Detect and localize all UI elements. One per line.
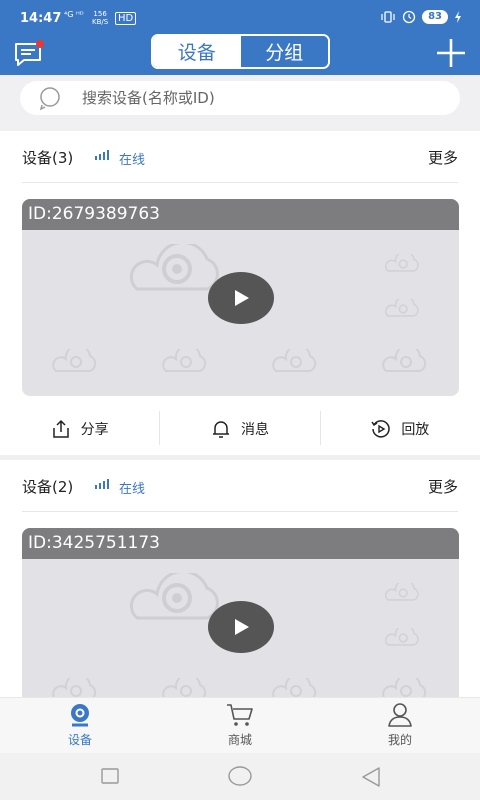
watermark-logo: [384, 299, 419, 317]
playback-icon: [371, 420, 391, 438]
recent-apps-icon[interactable]: [100, 767, 120, 785]
cart-icon: [227, 704, 253, 726]
search-input[interactable]: [82, 89, 422, 107]
nav-devices[interactable]: 设备: [0, 698, 160, 753]
view-switcher: 设备 分组: [151, 34, 330, 69]
nav-devices-label: 设备: [67, 733, 92, 747]
network-indicator: ⁴G ᴴᴰ: [64, 10, 84, 19]
video-preview[interactable]: ID:3425751173: [22, 528, 459, 700]
nav-mall[interactable]: 商城: [160, 698, 320, 753]
search-bar[interactable]: [20, 81, 460, 115]
tab-devices[interactable]: 设备: [153, 36, 241, 67]
watermark-logo: [384, 628, 419, 646]
play-button[interactable]: [208, 272, 274, 324]
device-card: 设备(3) 在线 更多 ID:2679389763 分享 消息 回放: [0, 131, 480, 455]
watermark-logo: [162, 349, 207, 372]
add-device-button[interactable]: [434, 36, 468, 70]
chat-notification-icon: [15, 40, 44, 66]
device-card-header: 设备(2) 在线 更多: [22, 460, 458, 512]
share-label: 分享: [80, 422, 109, 438]
status-time: 14:47: [20, 11, 62, 26]
bell-icon: [212, 421, 229, 438]
speed-unit: KB/S: [92, 18, 109, 26]
watermark-logo: [272, 349, 317, 372]
network-speed: 156 KB/S: [92, 10, 108, 26]
battery-level: 83: [422, 10, 448, 24]
playback-label: 回放: [401, 422, 430, 438]
charging-icon: [455, 11, 461, 23]
device-title: 设备(3): [22, 149, 74, 167]
play-icon: [235, 619, 249, 635]
top-app-bar: 14:47 ⁴G ᴴᴰ 156 KB/S HD 83 设备 分组: [0, 0, 480, 75]
user-icon: [388, 703, 412, 727]
back-icon[interactable]: [360, 766, 382, 788]
watermark-logo: [382, 349, 427, 372]
home-icon[interactable]: [228, 766, 252, 786]
watermark-logo: [384, 583, 419, 601]
status-right: 83: [380, 10, 462, 24]
search-icon: [39, 87, 60, 111]
play-icon: [235, 290, 249, 306]
signal-icon: [95, 479, 109, 489]
status-bar: 14:47 ⁴G ᴴᴰ 156 KB/S HD 83: [0, 0, 480, 38]
watermark-logo: [384, 254, 419, 272]
plus-icon: [437, 39, 465, 67]
alarm-icon: [402, 10, 416, 24]
device-card-header: 设备(3) 在线 更多: [22, 131, 458, 183]
device-actions: 分享 消息 回放: [0, 411, 480, 447]
speed-value: 156: [93, 10, 107, 18]
video-preview[interactable]: ID:2679389763: [22, 199, 459, 396]
nav-profile-label: 我的: [387, 733, 412, 747]
tab-groups[interactable]: 分组: [240, 36, 328, 67]
device-title: 设备(2): [22, 478, 74, 496]
playback-button[interactable]: 回放: [321, 411, 480, 447]
messages-label: 消息: [240, 422, 269, 438]
nav-mall-label: 商城: [227, 733, 252, 747]
device-card: 设备(2) 在线 更多 ID:3425751173: [0, 460, 480, 700]
device-id-label: ID:2679389763: [22, 199, 459, 230]
bottom-navigation: 设备 商城 我的: [0, 697, 480, 753]
messages-button[interactable]: [13, 40, 45, 68]
more-button[interactable]: 更多: [428, 147, 458, 168]
system-navigation-bar: [0, 753, 480, 800]
nav-profile[interactable]: 我的: [320, 698, 480, 753]
share-button[interactable]: 分享: [0, 411, 159, 447]
device-status: 在线: [119, 153, 146, 168]
vibrate-icon: [381, 11, 395, 23]
watermark-logo: [52, 349, 97, 372]
more-button[interactable]: 更多: [428, 476, 458, 497]
messages-action-button[interactable]: 消息: [160, 411, 319, 447]
play-button[interactable]: [208, 601, 274, 653]
hd-badge: HD: [115, 12, 137, 25]
signal-icon: [95, 150, 109, 160]
camera-icon: [71, 704, 89, 727]
device-id-label: ID:3425751173: [22, 528, 459, 559]
device-status: 在线: [119, 482, 146, 497]
share-icon: [52, 419, 69, 438]
